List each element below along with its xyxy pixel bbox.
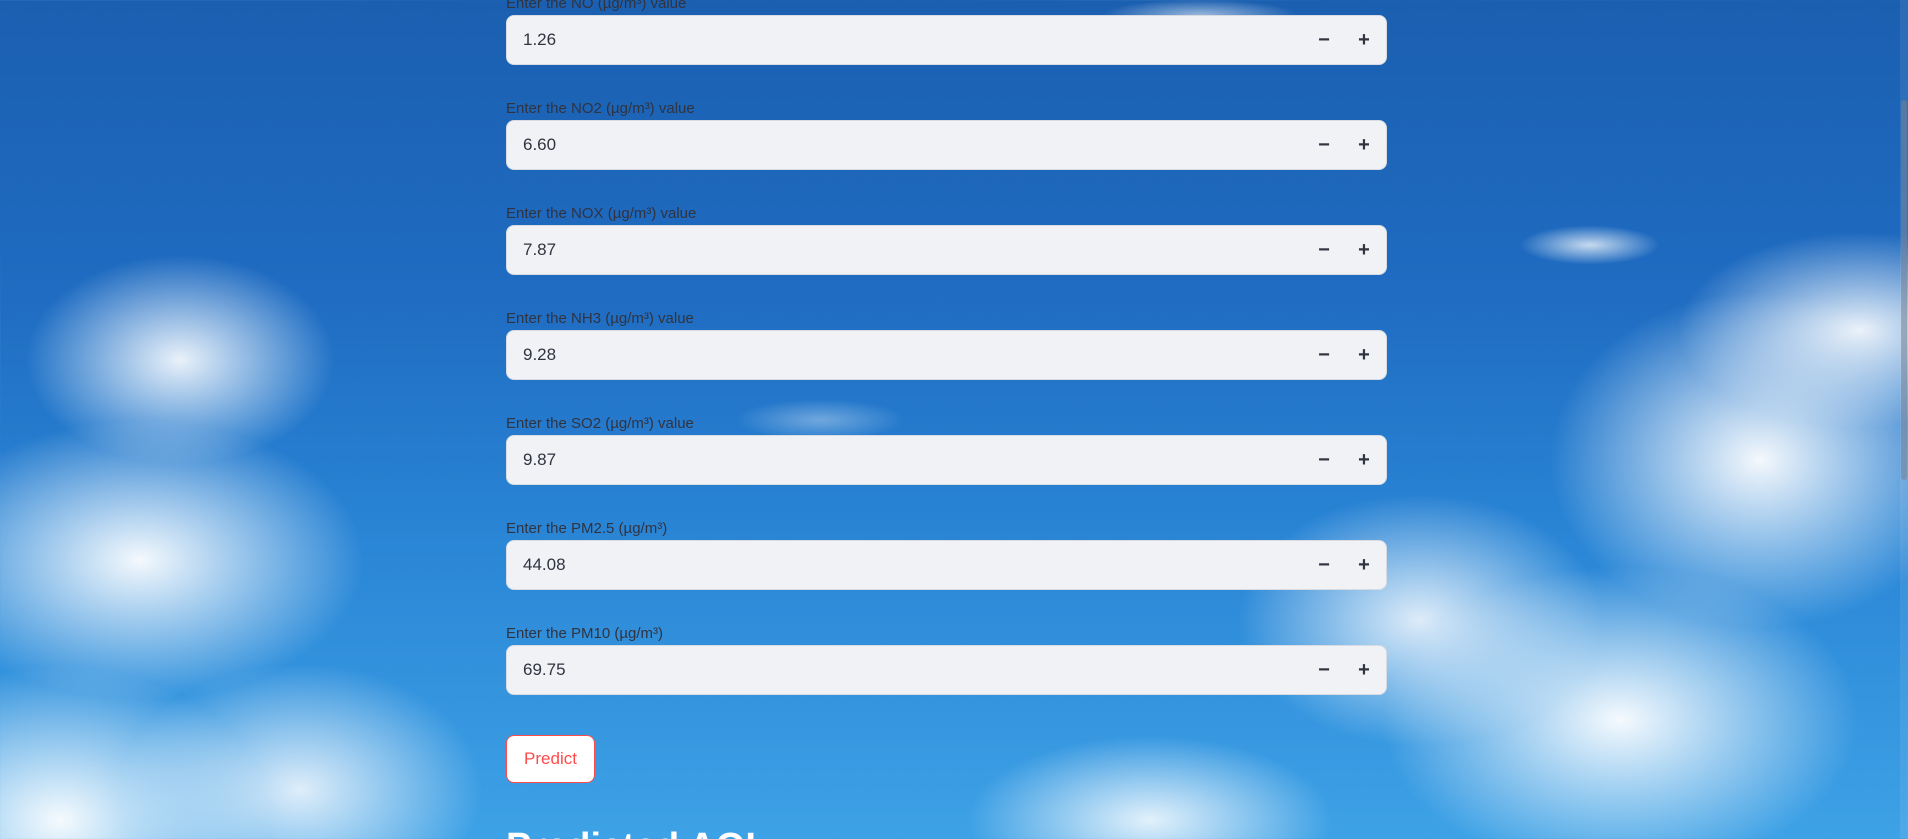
so2-increment-button[interactable]: + [1344, 436, 1384, 484]
no-increment-button[interactable]: + [1344, 16, 1384, 64]
no2-increment-button[interactable]: + [1344, 121, 1384, 169]
pm10-stepper[interactable]: 69.75 − + [506, 645, 1387, 695]
pm10-label: Enter the PM10 (µg/m³) [506, 625, 664, 642]
no2-value[interactable]: 6.60 [523, 121, 556, 169]
so2-value[interactable]: 9.87 [523, 436, 556, 484]
scrollbar-track[interactable] [1900, 0, 1908, 839]
no-decrement-button[interactable]: − [1304, 16, 1344, 64]
pm25-decrement-button[interactable]: − [1304, 541, 1344, 589]
nh3-label: Enter the NH3 (µg/m³) value [506, 310, 694, 327]
pm25-label: Enter the PM2.5 (µg/m³) [506, 520, 668, 537]
pm10-increment-button[interactable]: + [1344, 646, 1384, 694]
nh3-stepper[interactable]: 9.28 − + [506, 330, 1387, 380]
nox-value[interactable]: 7.87 [523, 226, 556, 274]
pm25-value[interactable]: 44.08 [523, 541, 566, 589]
nh3-value[interactable]: 9.28 [523, 331, 556, 379]
no2-decrement-button[interactable]: − [1304, 121, 1344, 169]
so2-label: Enter the SO2 (µg/m³) value [506, 415, 694, 432]
predicted-aqi-heading: Predicted AQI [506, 824, 756, 839]
no-label: Enter the NO (µg/m³) value [506, 0, 687, 12]
nox-label: Enter the NOX (µg/m³) value [506, 205, 697, 222]
nox-stepper[interactable]: 7.87 − + [506, 225, 1387, 275]
predict-button[interactable]: Predict [506, 735, 595, 783]
nox-decrement-button[interactable]: − [1304, 226, 1344, 274]
no2-label: Enter the NO2 (µg/m³) value [506, 100, 695, 117]
nh3-decrement-button[interactable]: − [1304, 331, 1344, 379]
pm10-decrement-button[interactable]: − [1304, 646, 1344, 694]
so2-stepper[interactable]: 9.87 − + [506, 435, 1387, 485]
scrollbar-thumb[interactable] [1901, 100, 1907, 480]
pm25-stepper[interactable]: 44.08 − + [506, 540, 1387, 590]
no-stepper[interactable]: 1.26 − + [506, 15, 1387, 65]
pm25-increment-button[interactable]: + [1344, 541, 1384, 589]
nh3-increment-button[interactable]: + [1344, 331, 1384, 379]
no2-stepper[interactable]: 6.60 − + [506, 120, 1387, 170]
so2-decrement-button[interactable]: − [1304, 436, 1344, 484]
nox-increment-button[interactable]: + [1344, 226, 1384, 274]
no-value[interactable]: 1.26 [523, 16, 556, 64]
pm10-value[interactable]: 69.75 [523, 646, 566, 694]
